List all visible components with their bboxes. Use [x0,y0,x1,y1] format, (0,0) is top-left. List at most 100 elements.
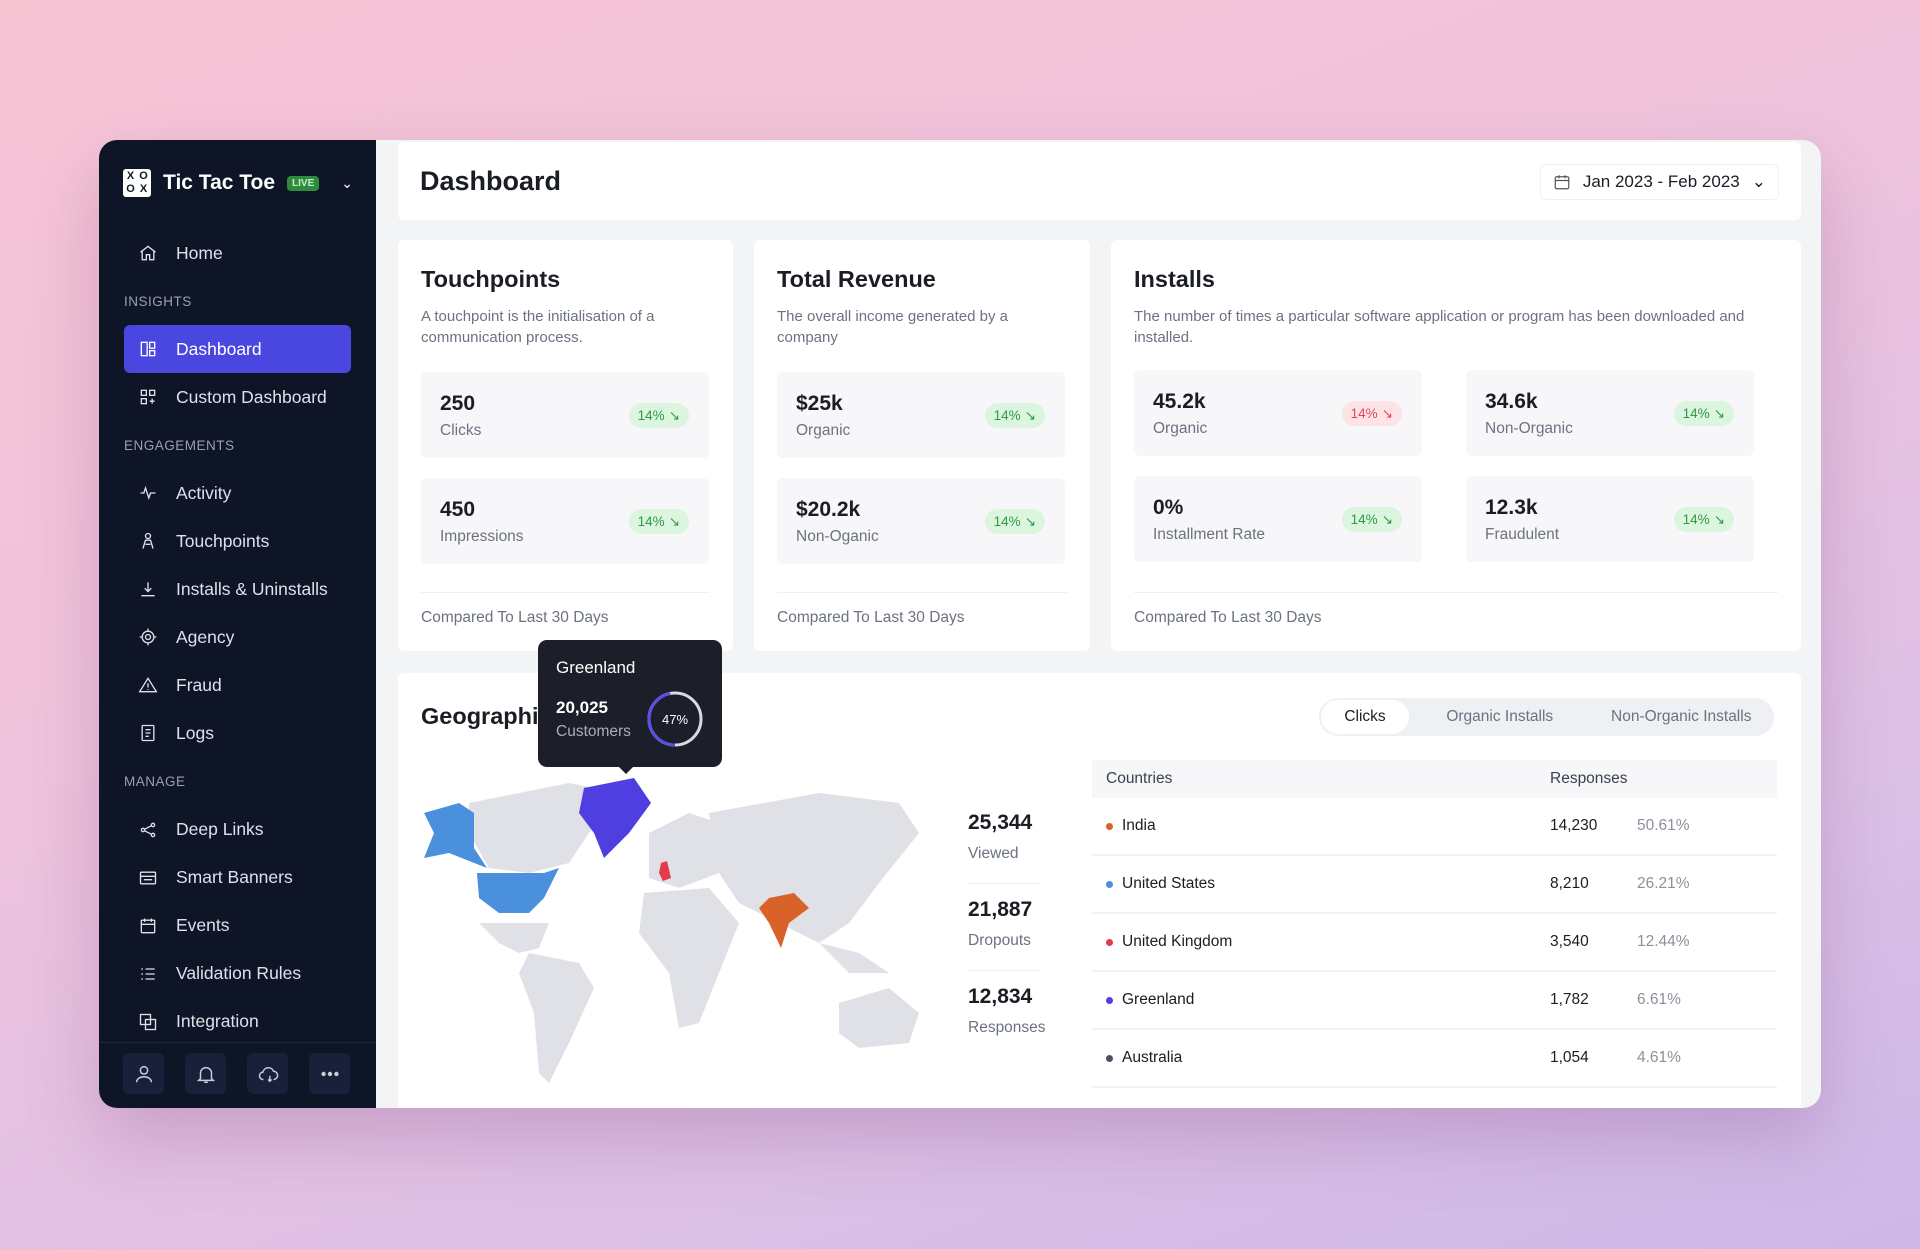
map-asia [709,793,919,943]
response-percent: 50.61% [1637,817,1690,834]
stat-value: 21,887 [968,898,1033,921]
divider [968,883,1040,884]
sidebar-item-agency[interactable]: Agency [124,613,351,661]
stat-dropouts: 21,887 Dropouts [968,898,1050,950]
sidebar-item-custom-dashboard[interactable]: Custom Dashboard [124,373,351,421]
metric-value: 450 [440,498,476,521]
table-row[interactable]: India 14,230 50.61% [1092,798,1777,856]
sidebar-item-label: Touchpoints [176,530,270,551]
world-map [424,778,919,1083]
sidebar-item-fraud[interactable]: Fraud [124,661,351,709]
divider [1134,592,1778,593]
tooltip-progress-ring: 47% [647,691,703,747]
cloud-download-button[interactable] [247,1053,288,1094]
metric-value: 12.3k [1485,496,1538,519]
map-australia [839,988,919,1048]
dashboard-icon [140,341,156,357]
stat-viewed: 25,344 Viewed [968,811,1050,863]
sidebar-section-label: MANAGE [124,773,186,789]
sidebar-item-integration[interactable]: Integration [124,998,351,1046]
sidebar-item-label: Integration [176,1011,259,1032]
date-range-picker[interactable]: Jan 2023 - Feb 2023 ⌄ [1539,164,1779,200]
change-value: 14% [1350,512,1378,527]
sidebar-item-smart-banners[interactable]: Smart Banners [124,854,351,902]
table-row[interactable]: United States 8,210 26.21% [1092,856,1777,914]
countries-table: Countries Responses India 14,230 50.61% Uni… [1092,760,1777,1088]
change-badge: 14% ↘ [1673,507,1734,532]
trend-down-icon: ↘ [668,407,680,423]
profile-button[interactable] [123,1053,164,1094]
table-row[interactable]: Australia 1,054 4.61% [1092,1030,1777,1088]
sidebar-item-activity[interactable]: Activity [124,469,351,517]
divider [421,592,710,593]
metric-label: Impressions [440,528,524,545]
more-button[interactable] [309,1053,350,1094]
warning-icon [138,677,158,693]
country-name: United Kingdom [1122,933,1233,950]
sidebar: XOOX Tic Tac Toe LIVE ⌄ Home INSIGHTS Das… [99,140,376,1108]
calendar-icon [140,918,156,933]
share-icon [140,822,156,837]
sidebar-item-label: Events [176,915,230,936]
country-color-dot [1106,938,1113,946]
grid-icon [140,389,156,405]
map-usa [477,868,559,913]
country-color-dot [1106,880,1113,888]
stat-label: Dropouts [968,932,1031,949]
stat-value: 25,344 [968,811,1033,834]
tab-clicks[interactable]: Clicks [1321,700,1409,734]
sidebar-nav: Home INSIGHTS Dashboard Custom Dashboard EN… [99,229,376,1046]
sidebar-item-logs[interactable]: Logs [124,709,351,757]
notifications-button[interactable] [185,1053,226,1094]
metric-tile: 250 Clicks 14% ↘ [421,372,709,458]
download-icon [141,582,155,597]
change-value: 14% [1682,512,1710,527]
table-row[interactable]: Greenland 1,782 6.61% [1092,972,1777,1030]
sidebar-item-events[interactable]: Events [124,902,351,950]
sidebar-section-label: ENGAGEMENTS [124,437,235,453]
table-row[interactable]: United Kingdom 3,540 12.44% [1092,914,1777,972]
metric-value: $25k [796,392,843,415]
workspace-switcher[interactable]: XOOX Tic Tac Toe LIVE ⌄ [123,164,353,202]
page-title: Dashboard [420,166,562,196]
card-title: Total Revenue [777,266,936,292]
card-touchpoints: Touchpoints A touchpoint is the initiali… [398,240,733,651]
stat-label: Responses [968,1019,1046,1036]
metric-label: Installment Rate [1153,526,1265,543]
card-description: A touchpoint is the initialisation of a … [421,308,655,346]
trend-down-icon: ↘ [1381,511,1393,527]
calendar-icon [1554,175,1570,190]
app-logo: XOOX [123,169,151,197]
metric-value: 45.2k [1153,390,1206,413]
response-count: 3,540 [1550,933,1589,950]
country-name: United States [1122,875,1216,892]
response-percent: 26.21% [1637,875,1690,892]
tab-organic-installs[interactable]: Organic Installs [1409,700,1591,734]
country-color-dot [1106,822,1113,830]
metric-tile: 12.3k Fraudulent 14% ↘ [1466,476,1754,562]
more-icon [320,1071,339,1076]
tab-non-organic-installs[interactable]: Non-Organic Installs [1591,700,1773,734]
map-south-america [519,953,594,1083]
sidebar-item-home[interactable]: Home [124,229,351,277]
metric-value: 250 [440,392,476,415]
sidebar-item-label: Logs [176,722,214,743]
comparison-note: Compared To Last 30 Days [421,609,609,626]
map-mexico [479,923,549,953]
chevron-down-icon[interactable]: ⌄ [341,175,353,192]
trend-down-icon: ↘ [1713,405,1725,421]
metric-value: 0% [1153,496,1184,519]
change-value: 14% [1350,406,1378,421]
sidebar-item-label: Fraud [176,674,222,695]
column-responses: Responses [1550,770,1628,787]
country-name: Greenland [1122,991,1195,1008]
metric-tile: 34.6k Non-Organic 14% ↘ [1466,370,1754,456]
change-badge: 14% ↘ [628,403,689,428]
sidebar-item-deep-links[interactable]: Deep Links [124,806,351,854]
sidebar-item-validation-rules[interactable]: Validation Rules [124,950,351,998]
sidebar-item-dashboard[interactable]: Dashboard [124,325,351,374]
response-count: 8,210 [1550,875,1589,892]
card-title: Installs [1134,266,1215,292]
sidebar-item-touchpoints[interactable]: Touchpoints [124,517,351,565]
sidebar-item-installs-uninstalls[interactable]: Installs & Uninstalls [124,565,351,613]
